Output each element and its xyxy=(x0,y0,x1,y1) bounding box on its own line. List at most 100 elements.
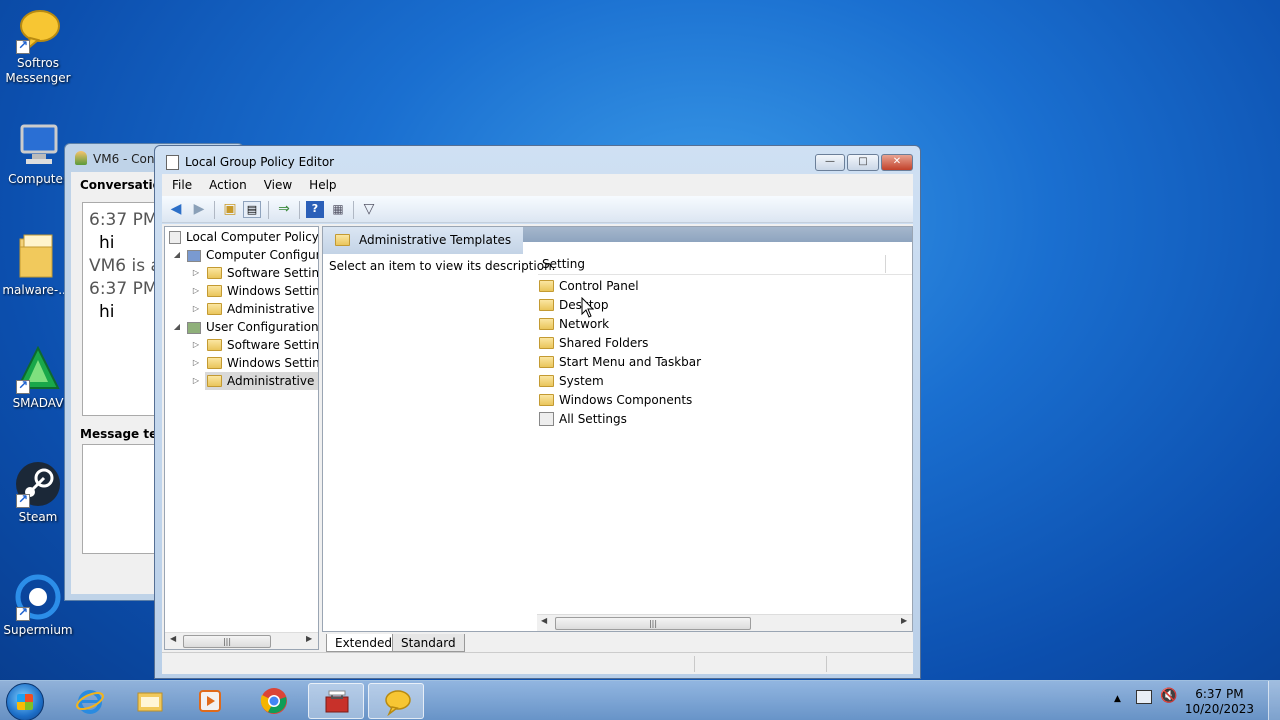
folder-icon xyxy=(539,299,554,311)
group-policy-editor-window[interactable]: Local Group Policy Editor — □ ✕ File Acti… xyxy=(154,145,921,679)
menu-file[interactable]: File xyxy=(162,174,199,192)
up-folder-icon[interactable]: ▣ xyxy=(221,201,239,218)
tree-item-user-windows-settings[interactable]: Windows Setting xyxy=(207,354,318,372)
tree-item-software-settings[interactable]: Software Settings xyxy=(207,264,318,282)
expand-icon[interactable]: ▷ xyxy=(191,300,201,318)
maximize-button[interactable]: □ xyxy=(847,154,879,171)
folder-icon xyxy=(539,394,554,406)
menu-help[interactable]: Help xyxy=(299,174,343,192)
details-horizontal-scrollbar[interactable]: ◀ ||| ▶ xyxy=(537,614,912,631)
folder-icon xyxy=(539,356,554,368)
media-player-icon xyxy=(199,690,221,712)
folder-icon xyxy=(539,318,554,330)
details-header: Administrative Templates xyxy=(323,227,523,254)
tree-item-windows-settings[interactable]: Windows Setting xyxy=(207,282,318,300)
collapse-icon[interactable]: ◢ xyxy=(172,318,182,336)
tree-item-user-configuration[interactable]: User Configuration xyxy=(187,318,318,336)
taskbar-chrome[interactable] xyxy=(246,683,302,719)
list-item-network[interactable]: Network xyxy=(539,315,609,334)
network-icon[interactable] xyxy=(1136,690,1152,704)
status-bar xyxy=(162,652,913,674)
desktop-icon-label: Softros Messenger xyxy=(5,56,71,85)
scroll-thumb[interactable]: ||| xyxy=(183,635,271,648)
tree-item-administrative-templates[interactable]: Administrative Te xyxy=(207,300,318,318)
chat-window-title: VM6 - Conv xyxy=(93,152,162,166)
help-icon[interactable]: ? xyxy=(306,201,324,218)
mouse-cursor-icon xyxy=(581,297,595,318)
window-title: Local Group Policy Editor xyxy=(185,155,335,169)
minimize-button[interactable]: — xyxy=(815,154,845,171)
close-button[interactable]: ✕ xyxy=(881,154,913,171)
menu-view[interactable]: View xyxy=(254,174,299,192)
tree-item-user-software-settings[interactable]: Software Settings xyxy=(207,336,318,354)
tree-pane[interactable]: Local Computer Policy ◢ Computer Configu… xyxy=(164,226,319,650)
list-item-control-panel[interactable]: Control Panel xyxy=(539,277,639,296)
smadav-icon xyxy=(14,345,62,394)
expand-icon[interactable]: ▷ xyxy=(191,354,201,372)
folder-icon xyxy=(539,375,554,387)
expand-icon[interactable]: ▷ xyxy=(191,282,201,300)
folder-icon xyxy=(539,337,554,349)
taskbar-explorer[interactable] xyxy=(122,683,178,719)
list-item-desktop[interactable]: Desktop xyxy=(539,296,609,315)
expand-icon[interactable]: ▷ xyxy=(191,264,201,282)
chat-bubble-icon xyxy=(385,690,411,716)
toolbar-separator xyxy=(268,201,269,219)
policy-icon xyxy=(169,231,181,244)
toolbar-separator xyxy=(353,201,354,219)
desktop-icon-softros[interactable]: Softros Messenger xyxy=(0,6,76,86)
taskbar-softros-messenger[interactable] xyxy=(368,683,424,719)
desktop-icon-malware-folder[interactable]: malware-... xyxy=(0,233,74,298)
back-icon[interactable]: ◀ xyxy=(167,201,185,218)
taskbar: ▲ 🔇 6:37 PM 10/20/2023 xyxy=(0,680,1280,720)
tree-horizontal-scrollbar[interactable]: ◀ ||| ▶ xyxy=(165,632,318,649)
computer-icon xyxy=(14,122,62,170)
scroll-left-icon[interactable]: ◀ xyxy=(541,616,547,625)
menu-action[interactable]: Action xyxy=(199,174,254,192)
list-item-start-menu-taskbar[interactable]: Start Menu and Taskbar xyxy=(539,353,701,372)
user-icon xyxy=(75,151,87,165)
forward-icon[interactable]: ▶ xyxy=(190,201,208,218)
desktop-icon-label: malware-... xyxy=(2,283,70,297)
clock-time: 6:37 PM xyxy=(1195,687,1244,701)
show-hidden-icons-icon[interactable]: ▲ xyxy=(1114,694,1121,704)
scroll-right-icon[interactable]: ▶ xyxy=(901,616,907,625)
column-header-setting[interactable]: Setting xyxy=(538,253,912,275)
show-desktop-button[interactable] xyxy=(1268,681,1280,720)
tree-item-root[interactable]: Local Computer Policy xyxy=(169,228,318,246)
clock[interactable]: 6:37 PM 10/20/2023 xyxy=(1185,687,1254,717)
export-list-icon[interactable]: ⇒ xyxy=(275,201,293,218)
details-pane[interactable]: Administrative Templates Select an item … xyxy=(322,226,913,632)
tree-item-user-administrative-templates[interactable]: Administrative Te xyxy=(205,372,318,390)
scroll-thumb[interactable]: ||| xyxy=(555,617,751,630)
folder-icon xyxy=(207,267,222,279)
taskbar-media-player[interactable] xyxy=(182,683,238,719)
start-button[interactable] xyxy=(6,683,44,720)
collapse-icon[interactable]: ◢ xyxy=(172,246,182,264)
list-item-system[interactable]: System xyxy=(539,372,604,391)
volume-muted-icon[interactable]: 🔇 xyxy=(1160,688,1177,704)
expand-icon[interactable]: ▷ xyxy=(191,336,201,354)
folder-icon xyxy=(207,357,222,369)
scroll-left-icon[interactable]: ◀ xyxy=(170,634,176,643)
tab-standard[interactable]: Standard xyxy=(392,634,465,652)
list-item-windows-components[interactable]: Windows Components xyxy=(539,391,692,410)
toolbox-icon xyxy=(325,690,349,713)
folder-icon xyxy=(137,692,163,712)
list-item-all-settings[interactable]: All Settings xyxy=(539,410,627,429)
tab-extended[interactable]: Extended xyxy=(326,634,401,652)
folder-icon xyxy=(335,234,350,246)
expand-icon[interactable]: ▷ xyxy=(191,372,201,390)
taskbar-group-policy-editor[interactable] xyxy=(308,683,364,719)
folder-icon xyxy=(207,285,222,297)
list-item-shared-folders[interactable]: Shared Folders xyxy=(539,334,648,353)
show-hide-tree-icon[interactable]: ▤ xyxy=(243,201,261,218)
toolbar-separator xyxy=(299,201,300,219)
filter-icon[interactable]: ▽ xyxy=(360,201,378,218)
properties-icon[interactable]: ▦ xyxy=(329,201,347,218)
taskbar-internet-explorer[interactable] xyxy=(62,683,118,719)
browser-icon xyxy=(14,573,62,621)
tree-item-computer-configuration[interactable]: Computer Configura xyxy=(187,246,318,264)
scroll-right-icon[interactable]: ▶ xyxy=(306,634,312,643)
view-tabs: Extended Standard xyxy=(322,634,913,652)
